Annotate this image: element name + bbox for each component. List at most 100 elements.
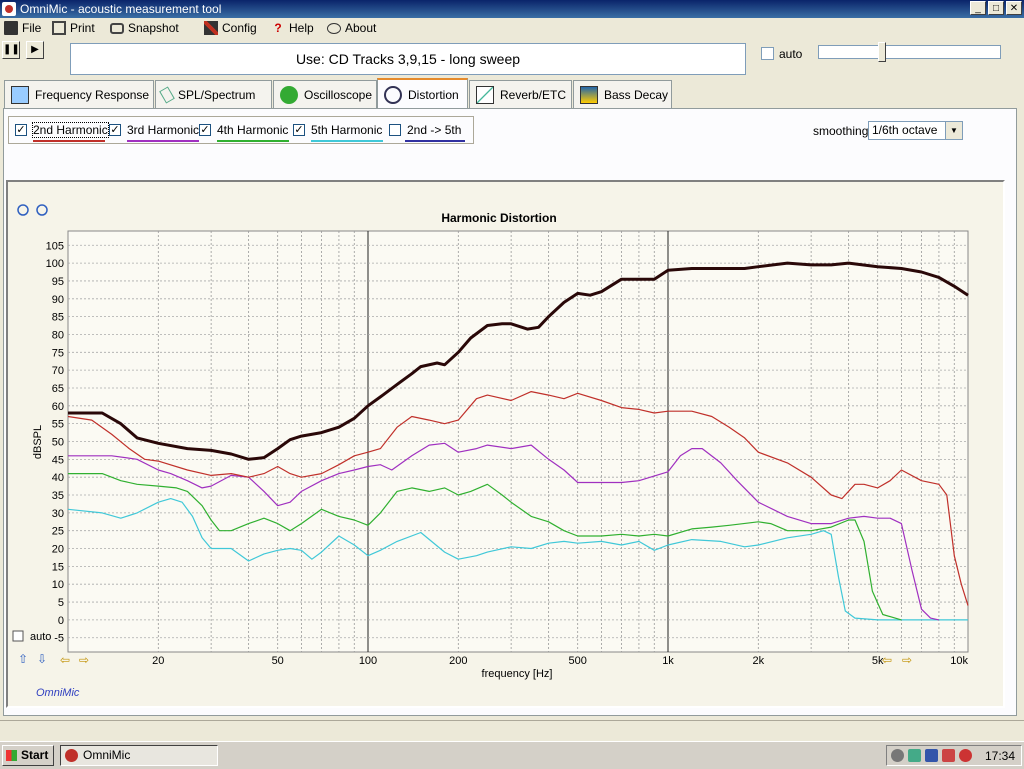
x-tick-label: 100 xyxy=(359,655,377,667)
tab-oscilloscope[interactable]: Oscilloscope xyxy=(273,80,377,108)
menu-about[interactable]: About xyxy=(327,20,376,36)
y-tick-label: 70 xyxy=(52,365,64,377)
play-button[interactable]: ▶ xyxy=(26,41,44,59)
harmonic-4th-label: 4th Harmonic xyxy=(217,123,289,137)
y-scroll-controls[interactable]: ⇧ ⇩ xyxy=(18,652,47,666)
menu-help-label: Help xyxy=(289,21,314,35)
tray-network-icon[interactable] xyxy=(908,749,921,762)
level-slider[interactable] xyxy=(818,45,1001,59)
y-tick-label: 75 xyxy=(52,347,64,359)
x-tick-label: 20 xyxy=(152,655,164,667)
auto-checkbox[interactable] xyxy=(761,47,774,60)
oscilloscope-icon xyxy=(280,85,298,104)
chevron-down-icon[interactable]: ▼ xyxy=(945,122,962,139)
harmonic-2nd-label: 2nd Harmonic xyxy=(32,122,109,138)
x-scroll-right-controls[interactable]: ⇦ ⇨ xyxy=(882,653,912,667)
harmonic-2nd-color xyxy=(33,140,105,142)
menu-snapshot-label: Snapshot xyxy=(128,21,179,35)
smoothing-select[interactable]: 1/6th octave ▼ xyxy=(868,121,963,140)
tray-volume-icon[interactable] xyxy=(942,749,955,762)
pause-icon: ❚❚ xyxy=(3,44,20,55)
harmonic-5th-label: 5th Harmonic xyxy=(311,123,383,137)
tab-reverb-etc[interactable]: Reverb/ETC xyxy=(469,80,572,108)
x-axis-label: frequency [Hz] xyxy=(482,668,553,680)
menu-config-label: Config xyxy=(222,21,257,35)
y-tick-label: 55 xyxy=(52,419,64,431)
play-icon: ▶ xyxy=(31,44,39,55)
tray-settings-icon[interactable] xyxy=(891,749,904,762)
zoom-out-icon[interactable] xyxy=(36,204,48,216)
menu-snapshot[interactable]: Snapshot xyxy=(110,20,179,36)
zoom-in-icon[interactable] xyxy=(17,204,29,216)
menu-bar: File Print Snapshot Config ? Help About xyxy=(0,18,1024,38)
pause-button[interactable]: ❚❚ xyxy=(2,41,20,59)
menu-print[interactable]: Print xyxy=(52,20,95,36)
smoothing-label: smoothing xyxy=(813,124,869,138)
bass-decay-icon xyxy=(580,85,598,104)
tab-frequency-response[interactable]: Frequency Response xyxy=(4,80,154,108)
distortion-chart: Harmonic Distortion 10510095908580757065… xyxy=(12,204,969,699)
harmonic-5th-checkbox[interactable]: ✓ xyxy=(293,124,305,136)
y-tick-label: 15 xyxy=(52,561,64,573)
maximize-button[interactable]: □ xyxy=(988,1,1004,15)
start-button[interactable]: Start xyxy=(2,745,54,766)
harmonic-4th-checkbox[interactable]: ✓ xyxy=(199,124,211,136)
help-icon: ? xyxy=(274,21,282,35)
x-tick-label: 1k xyxy=(662,655,674,667)
harmonic-2nd-checkbox[interactable]: ✓ xyxy=(15,124,27,136)
zoom-tools[interactable] xyxy=(17,204,48,216)
tab-reverb-etc-label: Reverb/ETC xyxy=(500,87,567,102)
harmonic-3rd-checkbox[interactable]: ✓ xyxy=(109,124,121,136)
harmonic-5th-color xyxy=(311,140,383,142)
tab-frequency-response-label: Frequency Response xyxy=(35,87,150,102)
y-tick-label: 65 xyxy=(52,383,64,395)
spl-meter-icon xyxy=(159,85,175,104)
arrow-down-icon[interactable]: ⇩ xyxy=(37,652,47,666)
taskbar-item-omnimic[interactable]: OmniMic xyxy=(60,745,218,766)
window-controls: _ □ ✕ xyxy=(970,1,1022,15)
tab-bass-decay[interactable]: Bass Decay xyxy=(573,80,672,108)
y-tick-label: 100 xyxy=(46,258,64,270)
y-tick-label: 85 xyxy=(52,312,64,324)
harmonic-2nd-5th-checkbox[interactable] xyxy=(389,124,401,136)
arrow-left-icon[interactable]: ⇦ xyxy=(60,653,70,667)
y-tick-label: 30 xyxy=(52,508,64,520)
harmonic-selector: ✓ 2nd Harmonic ✓ 3rd Harmonic ✓ 4th Harm… xyxy=(8,116,474,144)
tray-security-icon[interactable] xyxy=(959,749,972,762)
arrow-right-icon[interactable]: ⇨ xyxy=(902,653,912,667)
printer-icon xyxy=(52,21,66,35)
arrow-left-icon[interactable]: ⇦ xyxy=(882,653,892,667)
x-scroll-left-controls[interactable]: ⇦ ⇨ xyxy=(60,653,89,667)
menu-print-label: Print xyxy=(70,21,95,35)
chart-frame: Harmonic Distortion 105 100 95 90 85 80 75 70 65… xyxy=(6,180,1005,708)
y-tick-label: 10 xyxy=(52,579,64,591)
harmonic-3rd-label: 3rd Harmonic xyxy=(127,123,200,137)
chart-title: Harmonic Distortion xyxy=(441,211,556,225)
title-bar: OmniMic - acoustic measurement tool _ □ … xyxy=(0,0,1024,18)
chart-auto-checkbox[interactable] xyxy=(12,630,24,642)
auto-label: auto xyxy=(779,47,803,61)
y-tick-label: 5 xyxy=(58,597,64,609)
taskbar: Start OmniMic 17:34 xyxy=(0,741,1024,769)
level-slider-thumb[interactable] xyxy=(878,42,886,62)
menu-config[interactable]: Config xyxy=(204,20,257,36)
close-button[interactable]: ✕ xyxy=(1006,1,1022,15)
clock: 17:34 xyxy=(984,749,1015,763)
tray-battery-icon[interactable] xyxy=(925,749,938,762)
smoothing-value: 1/6th octave xyxy=(872,123,938,137)
y-tick-label: 40 xyxy=(52,472,64,484)
arrow-up-icon[interactable]: ⇧ xyxy=(18,652,28,666)
menu-file[interactable]: File xyxy=(4,20,41,36)
harmonic-2nd-5th-label: 2nd -> 5th xyxy=(407,123,462,137)
minimize-button[interactable]: _ xyxy=(970,1,986,15)
menu-help[interactable]: ? Help xyxy=(271,20,314,36)
tab-spl-spectrum[interactable]: SPL/Spectrum xyxy=(155,80,272,108)
arrow-right-icon[interactable]: ⇨ xyxy=(79,653,89,667)
chart-auto-label: auto xyxy=(30,631,51,643)
speech-bubble-icon xyxy=(327,22,341,34)
distortion-icon xyxy=(384,85,402,104)
tools-icon xyxy=(204,21,218,35)
omnimic-app-icon xyxy=(2,2,16,16)
tab-distortion[interactable]: Distortion xyxy=(377,78,468,109)
freq-response-icon xyxy=(11,85,29,104)
